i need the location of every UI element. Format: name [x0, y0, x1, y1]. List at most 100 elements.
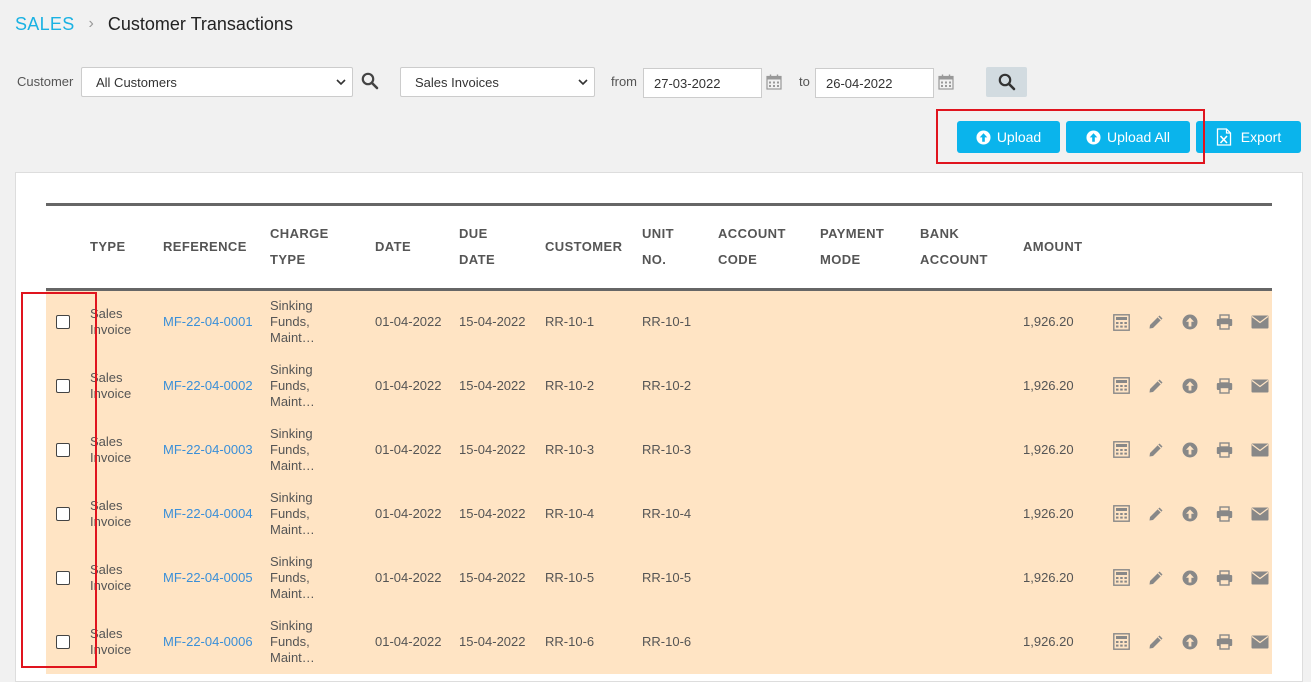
table-row[interactable]: Sales Invoice MF-22-04-0004 Sinking Funds,… — [46, 481, 1272, 546]
column-header-account-code[interactable]: ACCOUNT CODE — [718, 205, 820, 290]
calendar-icon[interactable] — [766, 74, 782, 90]
reference-link[interactable]: MF-22-04-0001 — [163, 290, 270, 354]
column-header-amount[interactable]: AMOUNT — [1023, 205, 1103, 290]
export-button[interactable]: Export — [1196, 121, 1301, 153]
charge-type-line: Sinking — [270, 425, 313, 441]
customer-cell: RR-10-4 — [545, 505, 595, 521]
row-actions-cell — [1103, 482, 1272, 546]
pencil-icon[interactable] — [1148, 314, 1164, 330]
table-row[interactable]: Sales Invoice MF-22-04-0006 Sinking Funds,… — [46, 609, 1272, 674]
column-header-bank-account[interactable]: BANK ACCOUNT — [920, 205, 1023, 290]
pencil-icon[interactable] — [1148, 442, 1164, 458]
upload-circle-icon[interactable] — [1182, 634, 1198, 650]
column-header-label: REFERENCE — [163, 239, 247, 254]
customer-cell: RR-10-5 — [545, 569, 595, 585]
column-header-label: CUSTOMER — [545, 239, 623, 254]
calculator-icon[interactable] — [1113, 569, 1130, 586]
column-header-charge-type[interactable]: CHARGE TYPE — [270, 205, 375, 290]
breadcrumb-separator: › — [88, 15, 94, 32]
reference-link[interactable]: MF-22-04-0004 — [163, 482, 270, 546]
print-icon[interactable] — [1216, 505, 1233, 522]
column-header-date[interactable]: DATE — [375, 205, 459, 290]
upload-circle-icon[interactable] — [1182, 314, 1198, 330]
print-icon[interactable] — [1216, 314, 1233, 330]
row-actions-cell — [1103, 418, 1272, 482]
print-icon[interactable] — [1216, 633, 1233, 650]
pencil-icon[interactable] — [1148, 634, 1164, 650]
type-cell: Sales Invoice — [90, 482, 163, 546]
envelope-icon[interactable] — [1251, 379, 1269, 393]
customer-cell: RR-10-1 — [545, 314, 595, 330]
column-header-label: DATE — [375, 239, 412, 254]
pencil-icon[interactable] — [1148, 378, 1164, 394]
table-row[interactable]: Sales Invoice MF-22-04-0002 Sinking Funds,… — [46, 353, 1272, 418]
account-code-cell — [718, 290, 820, 354]
to-date-input[interactable]: 26-04-2022 — [815, 68, 934, 98]
column-header-unit-no[interactable]: UNIT NO. — [642, 205, 718, 290]
calculator-icon[interactable] — [1113, 313, 1130, 331]
transactions-table: TYPE REFERENCE CHARGE TYPE DATE DUE DATE C… — [46, 203, 1272, 674]
table-row[interactable]: Sales Invoice MF-22-04-0003 Sinking Funds,… — [46, 417, 1272, 482]
reference-link[interactable]: MF-22-04-0005 — [163, 546, 270, 610]
from-date-input[interactable]: 27-03-2022 — [643, 68, 762, 98]
charge-type-cell: Sinking Funds, Maint… — [270, 418, 375, 482]
charge-type-line: Maint… — [270, 457, 315, 473]
column-header-payment-mode[interactable]: PAYMENT MODE — [820, 205, 920, 290]
pencil-icon[interactable] — [1148, 506, 1164, 522]
column-header-type[interactable]: TYPE — [90, 205, 163, 290]
charge-type-line: Funds, — [270, 633, 310, 649]
column-header-customer[interactable]: CUSTOMER — [545, 205, 642, 290]
upload-circle-icon[interactable] — [1182, 506, 1198, 522]
calculator-icon[interactable] — [1113, 441, 1130, 458]
date-cell: 01-04-2022 — [375, 441, 442, 457]
account-code-cell — [718, 418, 820, 482]
bank-account-cell — [920, 610, 1023, 674]
table-row[interactable]: Sales Invoice MF-22-04-0005 Sinking Funds,… — [46, 545, 1272, 610]
due-date-cell: 15-04-2022 — [459, 633, 526, 649]
account-code-cell — [718, 610, 820, 674]
payment-mode-cell — [820, 546, 920, 610]
row-actions-cell — [1103, 546, 1272, 610]
reference-link[interactable]: MF-22-04-0006 — [163, 610, 270, 674]
charge-type-cell: Sinking Funds, Maint… — [270, 482, 375, 546]
calculator-icon[interactable] — [1113, 377, 1130, 394]
upload-circle-icon[interactable] — [1182, 442, 1198, 458]
customer-select[interactable]: All Customers — [81, 67, 353, 97]
customer-search-icon[interactable] — [361, 72, 379, 90]
envelope-icon[interactable] — [1251, 507, 1269, 521]
print-icon[interactable] — [1216, 441, 1233, 458]
calendar-icon[interactable] — [938, 74, 954, 90]
reference-link[interactable]: MF-22-04-0002 — [163, 354, 270, 418]
from-label: from — [611, 74, 637, 89]
column-header-due-date[interactable]: DUE DATE — [459, 205, 545, 290]
envelope-icon[interactable] — [1251, 635, 1269, 649]
calculator-icon[interactable] — [1113, 633, 1130, 650]
print-icon[interactable] — [1216, 569, 1233, 586]
payment-mode-cell — [820, 290, 920, 354]
reference-link[interactable]: MF-22-04-0003 — [163, 418, 270, 482]
amount-cell: 1,926.20 — [1023, 569, 1074, 585]
column-header-reference[interactable]: REFERENCE — [163, 205, 270, 290]
print-icon[interactable] — [1216, 377, 1233, 394]
envelope-icon[interactable] — [1251, 443, 1269, 457]
charge-type-line: Funds, — [270, 377, 310, 393]
row-actions-cell — [1103, 610, 1272, 674]
table-row[interactable]: Sales Invoice MF-22-04-0001 Sinking Funds,… — [46, 289, 1272, 354]
document-type-select[interactable]: Sales Invoices — [400, 67, 595, 97]
table-header-row: TYPE REFERENCE CHARGE TYPE DATE DUE DATE C… — [46, 204, 1272, 290]
envelope-icon[interactable] — [1251, 571, 1269, 585]
charge-type-line: Funds, — [270, 569, 310, 585]
customer-select-value: All Customers — [96, 75, 177, 90]
upload-circle-icon[interactable] — [1182, 378, 1198, 394]
envelope-icon[interactable] — [1251, 315, 1269, 329]
charge-type-cell: Sinking Funds, Maint… — [270, 610, 375, 674]
pencil-icon[interactable] — [1148, 570, 1164, 586]
charge-type-cell: Sinking Funds, Maint… — [270, 546, 375, 610]
breadcrumb-sales-link[interactable]: SALES — [15, 14, 75, 35]
search-icon — [998, 73, 1015, 91]
due-date-cell: 15-04-2022 — [459, 505, 526, 521]
calculator-icon[interactable] — [1113, 505, 1130, 522]
transactions-table-body: Sales Invoice MF-22-04-0001 Sinking Funds,… — [46, 289, 1272, 674]
search-button[interactable] — [986, 67, 1027, 97]
upload-circle-icon[interactable] — [1182, 570, 1198, 586]
